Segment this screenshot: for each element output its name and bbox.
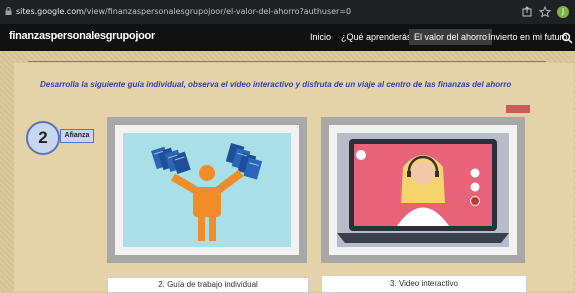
url-domain: sites.google.com [16,7,84,16]
worksheet-illustration [123,133,291,247]
laptop-video-call-icon [337,139,509,243]
card-caption-video-text: 3. Video interactivo [390,279,458,288]
card-caption-video[interactable]: 3. Video interactivo [321,275,527,293]
site-header: finanzaspersonalesgrupojoor Inicio ¿Qué … [0,24,575,51]
nav-item-inicio[interactable]: Inicio [310,32,331,42]
search-icon[interactable] [561,32,573,44]
video-card[interactable] [321,117,525,263]
nav-item-que-aprenderas[interactable]: ¿Qué aprenderás? [341,32,417,42]
video-illustration [337,133,509,247]
bookmark-star-icon[interactable] [539,6,551,18]
header-divider [28,61,546,62]
step-number-badge: 2 [26,121,60,155]
step-tag: Afianza [60,129,94,143]
url-path: /view/finanzaspersonalesgrupojoor/el-val… [83,7,352,16]
worksheet-card[interactable] [107,117,307,263]
profile-avatar[interactable]: J [557,6,569,18]
instruction-text: Desarrolla la siguiente guía individual,… [40,80,512,89]
person-holding-papers-icon [151,143,263,241]
browser-url-bar[interactable]: sites.google.com/view/finanzaspersonales… [0,0,575,24]
video-mat [329,125,517,255]
nav-item-el-valor-del-ahorro[interactable]: El valor del ahorro [409,29,493,45]
lock-icon [5,7,12,15]
share-icon[interactable] [521,6,533,18]
site-brand[interactable]: finanzaspersonalesgrupojoor [9,30,155,42]
card-caption-guia-text: 2. Guía de trabajo individual [158,280,258,289]
decorative-red-bar [506,105,530,113]
page-content: Desarrolla la siguiente guía individual,… [0,51,575,293]
nav-item-invierto-en-mi-futuro[interactable]: Invierto en mi futuro [488,32,568,42]
url-text[interactable]: sites.google.com/view/finanzaspersonales… [16,7,351,16]
worksheet-mat [115,125,299,255]
